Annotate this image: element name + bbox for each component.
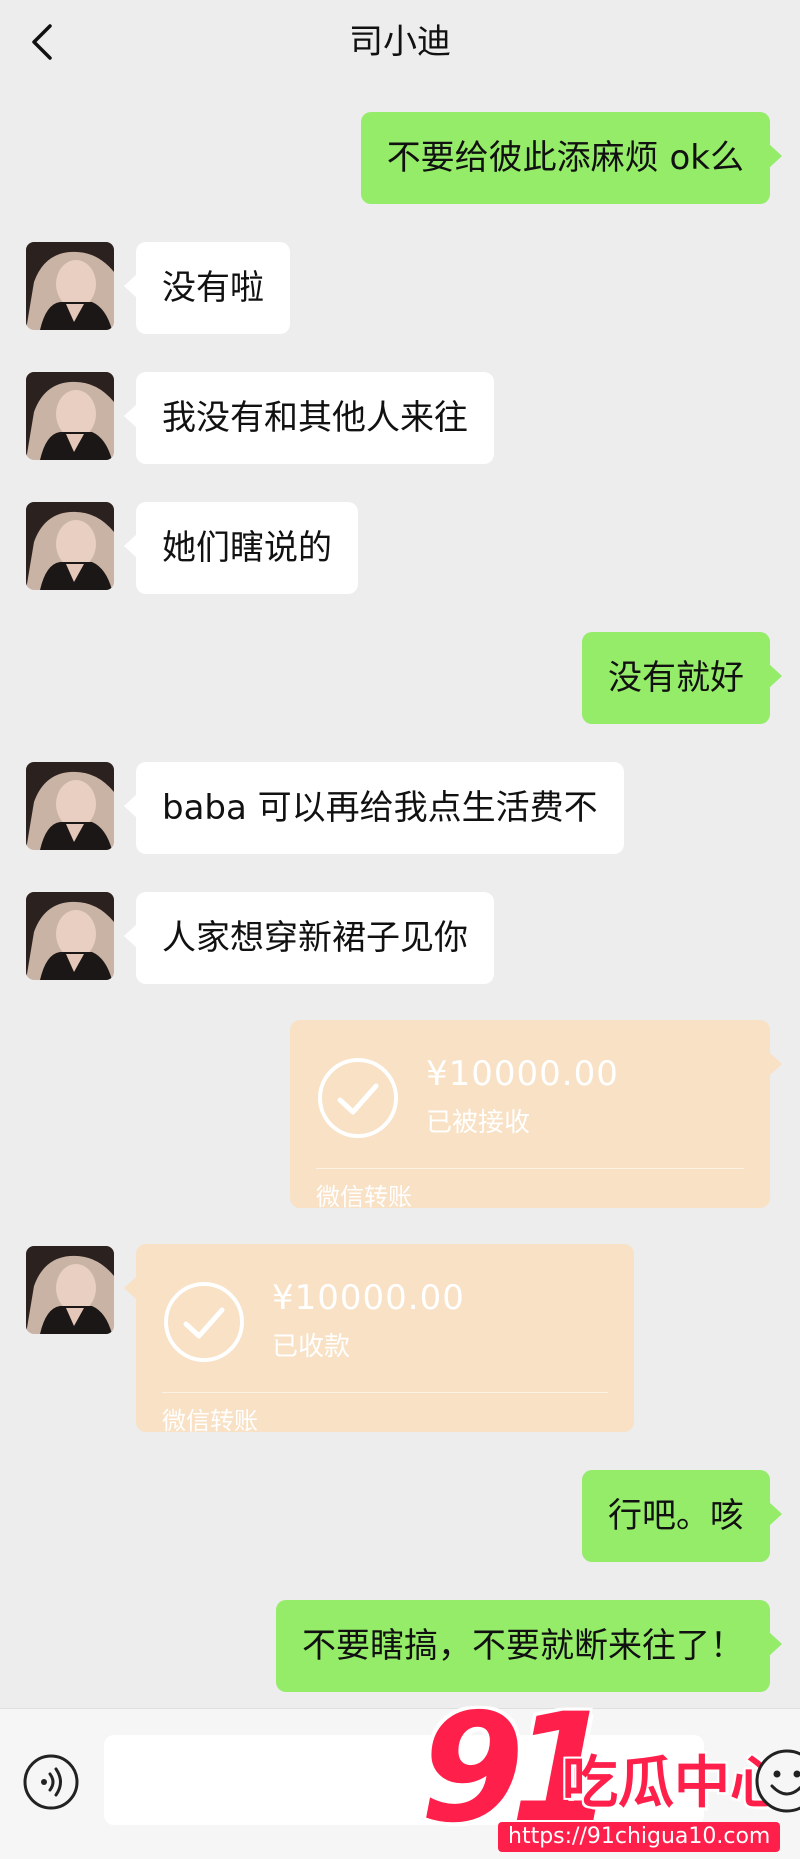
transfer-label: 微信转账: [162, 1404, 258, 1438]
watermark-url: https://91chigua10.com: [498, 1822, 780, 1852]
avatar-photo: [26, 1246, 114, 1334]
voice-icon: [22, 1753, 80, 1811]
avatar[interactable]: [26, 372, 114, 460]
voice-button[interactable]: [22, 1753, 80, 1811]
check-circle-icon: [316, 1056, 400, 1140]
avatar[interactable]: [26, 1246, 114, 1334]
transfer-status: 已被接收: [426, 1106, 530, 1140]
avatar[interactable]: [26, 502, 114, 590]
avatar-photo: [26, 242, 114, 330]
message-bubble-incoming[interactable]: baba 可以再给我点生活费不: [136, 762, 624, 854]
avatar-photo: [26, 372, 114, 460]
watermark: 91 吃瓜中心 https://91chigua10.com: [420, 1694, 780, 1858]
message-bubble-incoming[interactable]: 她们瞎说的: [136, 502, 358, 594]
transfer-label: 微信转账: [316, 1180, 412, 1214]
transfer-card-incoming[interactable]: ¥10000.00 已收款 微信转账: [136, 1244, 634, 1432]
message-bubble-incoming[interactable]: 人家想穿新裙子见你: [136, 892, 494, 984]
transfer-divider: [316, 1168, 744, 1169]
message-bubble-outgoing[interactable]: 不要瞎搞，不要就断来往了！: [276, 1600, 770, 1692]
chat-title: 司小迪: [0, 18, 800, 66]
avatar[interactable]: [26, 762, 114, 850]
message-bubble-incoming[interactable]: 没有啦: [136, 242, 290, 334]
chat-header: 司小迪: [0, 0, 800, 84]
message-bubble-outgoing[interactable]: 没有就好: [582, 632, 770, 724]
transfer-status: 已收款: [272, 1330, 350, 1364]
avatar-photo: [26, 892, 114, 980]
emoji-button[interactable]: [752, 1746, 800, 1816]
message-bubble-outgoing[interactable]: 不要给彼此添麻烦 ok么: [361, 112, 770, 204]
check-circle-icon: [162, 1280, 246, 1364]
avatar[interactable]: [26, 892, 114, 980]
avatar-photo: [26, 762, 114, 850]
emoji-icon: [752, 1746, 800, 1816]
transfer-divider: [162, 1392, 608, 1393]
message-bubble-outgoing[interactable]: 行吧。咳: [582, 1470, 770, 1562]
transfer-amount: ¥10000.00: [272, 1276, 465, 1320]
avatar[interactable]: [26, 242, 114, 330]
message-bubble-incoming[interactable]: 我没有和其他人来往: [136, 372, 494, 464]
transfer-amount: ¥10000.00: [426, 1052, 619, 1096]
transfer-card-outgoing[interactable]: ¥10000.00 已被接收 微信转账: [290, 1020, 770, 1208]
avatar-photo: [26, 502, 114, 590]
